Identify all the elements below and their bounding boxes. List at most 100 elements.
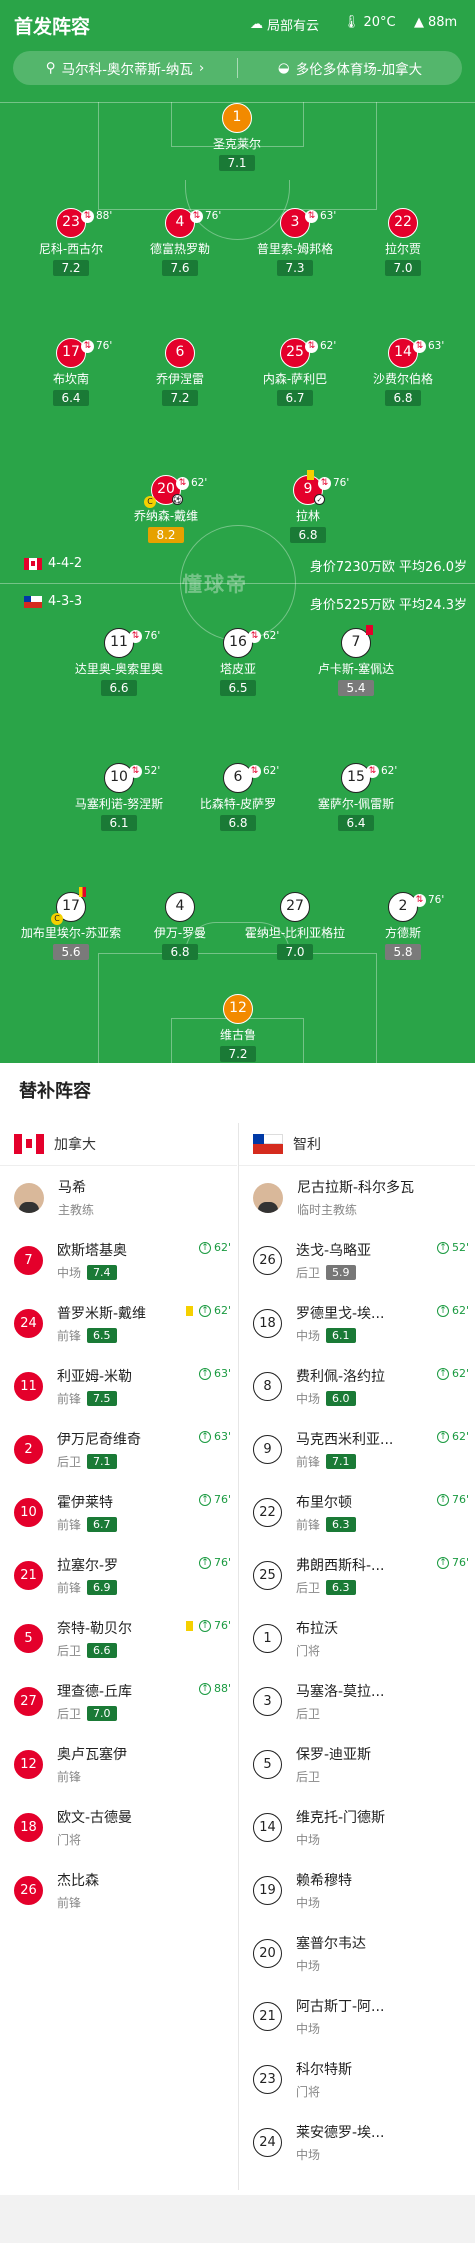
sub-player-row[interactable]: 19 赖希穆特 中场 — [239, 1859, 475, 1922]
sub-player-row[interactable]: 26 杰比森 前锋 — [0, 1859, 237, 1922]
sub-in-arrow-icon: ↑ — [198, 1556, 211, 1569]
sub-player-rating: 6.6 — [87, 1643, 117, 1658]
sub-player-meta: 后卫 — [296, 1705, 384, 1722]
sub-arrow-icon: ⇅ — [305, 340, 318, 353]
sub-player-row[interactable]: 5 奈特-勒贝尔 后卫 6.6 ↑ 76' — [0, 1607, 237, 1670]
sub-player-row[interactable]: 21 阿古斯丁-阿... 中场 — [239, 1985, 475, 2048]
sub-player-row[interactable]: 12 奥卢瓦塞伊 前锋 — [0, 1733, 237, 1796]
sub-player-row[interactable]: 7 欧斯塔基奥 中场 7.4 ↑ 62' — [0, 1229, 237, 1292]
sub-player-number: 18 — [14, 1813, 43, 1842]
sub-player-row[interactable]: 18 罗德里戈-埃... 中场 6.1 ↑ 62' — [239, 1292, 475, 1355]
sub-player-position: 门将 — [296, 2085, 321, 2099]
player-rating: 6.8 — [162, 944, 198, 960]
player-home-22[interactable]: 22 拉尔贾 7.0 — [338, 208, 468, 276]
away-coach[interactable]: 尼古拉斯-科尔多瓦 临时主教练 — [239, 1166, 475, 1229]
home-coach[interactable]: 马希 主教练 — [0, 1166, 237, 1229]
sub-player-meta: 中场 — [296, 1831, 385, 1848]
player-number: 11 ⇅ 76' — [104, 628, 160, 658]
player-home-6[interactable]: 6 乔伊涅雷 7.2 — [115, 338, 245, 406]
player-away-11[interactable]: 11 ⇅ 76' 达里奥-奥索里奥 6.6 — [54, 628, 184, 696]
sub-player-row[interactable]: 1 布拉沃 门将 — [239, 1607, 475, 1670]
player-away-16[interactable]: 16 ⇅ 62' 塔皮亚 6.5 — [173, 628, 303, 696]
player-away-15[interactable]: 15 ⇅ 62' 塞萨尔-佩雷斯 6.4 — [291, 763, 421, 831]
sub-player-row[interactable]: 8 费利佩-洛约拉 中场 6.0 ↑ 62' — [239, 1355, 475, 1418]
captain-badge-icon: C — [51, 913, 63, 925]
player-away-6[interactable]: 6 ⇅ 62' 比森特-皮萨罗 6.8 — [173, 763, 303, 831]
sub-in-arrow-icon: ↑ — [436, 1493, 449, 1506]
sub-player-name: 杰比森 — [57, 1873, 99, 1889]
player-away-2[interactable]: 2 ⇅ 76' 方德斯 5.8 — [338, 892, 468, 960]
player-rating: 6.4 — [53, 390, 89, 406]
player-number: 6 ⇅ 62' — [223, 763, 279, 793]
player-number: 15 ⇅ 62' — [341, 763, 397, 793]
sub-player-rating: 6.9 — [87, 1580, 117, 1595]
sub-player-row[interactable]: 14 维克托-门德斯 中场 — [239, 1796, 475, 1859]
sub-in-indicator: ↑ 76' — [185, 1619, 231, 1632]
player-number: 7 — [341, 625, 373, 658]
player-home-14[interactable]: 14 ⇅ 63' 沙费尔伯格 6.8 — [338, 338, 468, 406]
sub-out-indicator: ⇅ 62' — [248, 758, 279, 785]
sub-player-name: 费利佩-洛约拉 — [296, 1369, 386, 1385]
yellow-card-icon — [185, 1305, 193, 1316]
coach-name: 马希 — [58, 1180, 86, 1196]
sub-player-row[interactable]: 10 霍伊莱特 前锋 6.7 ↑ 76' — [0, 1481, 237, 1544]
venue: ◒ 多伦多体育场-加拿大 — [238, 58, 462, 78]
sub-player-rating: 7.0 — [87, 1706, 117, 1721]
sub-in-arrow-icon: ↑ — [198, 1682, 211, 1695]
sub-player-row[interactable]: 24 莱安德罗-埃... 中场 — [239, 2111, 475, 2174]
sub-in-indicator: ↑ 62' — [198, 1241, 231, 1254]
sub-player-row[interactable]: 24 普罗米斯-戴维 前锋 6.5 ↑ 62' — [0, 1292, 237, 1355]
player-home-1[interactable]: 1 圣克莱尔 7.1 — [172, 103, 302, 171]
sub-player-number: 3 — [253, 1687, 282, 1716]
sub-player-row[interactable]: 9 马克西米利亚... 前锋 7.1 ↑ 62' — [239, 1418, 475, 1481]
sub-player-number: 21 — [253, 2002, 282, 2031]
player-rating: 7.0 — [277, 944, 313, 960]
sub-player-row[interactable]: 23 科尔特斯 门将 — [239, 2048, 475, 2111]
whistle-icon: ⚲ — [45, 60, 56, 76]
sub-player-number: 18 — [253, 1309, 282, 1338]
sub-arrow-icon: ⇅ — [129, 630, 142, 643]
sub-player-row[interactable]: 20 塞普尔韦达 中场 — [239, 1922, 475, 1985]
sub-player-position: 前锋 — [296, 1455, 321, 1469]
sub-player-row[interactable]: 26 迭戈-乌略亚 后卫 5.9 ↑ 52' — [239, 1229, 475, 1292]
sub-in-indicator: ↑ 76' — [436, 1493, 469, 1506]
player-name: 维古鲁 — [219, 1028, 256, 1042]
sub-in-indicator: ↑ 76' — [198, 1556, 231, 1569]
sub-player-position: 前锋 — [57, 1392, 82, 1406]
altitude: ▲ 88m — [414, 15, 457, 30]
sub-player-row[interactable]: 5 保罗-迪亚斯 后卫 — [239, 1733, 475, 1796]
sub-player-number: 21 — [14, 1561, 43, 1590]
sub-player-number: 8 — [253, 1372, 282, 1401]
player-away-12[interactable]: 12 维古鲁 7.2 — [173, 994, 303, 1062]
sub-player-row[interactable]: 21 拉塞尔-罗 前锋 6.9 ↑ 76' — [0, 1544, 237, 1607]
stadium-icon: ◒ — [277, 60, 290, 76]
player-away-7[interactable]: 7 卢卡斯-塞佩达 5.4 — [291, 625, 421, 696]
subs-title: 替补阵容 — [19, 1081, 91, 1102]
player-home-20[interactable]: 20 ⇅ 62' C ⚽ 乔纳森-戴维 8.2 — [101, 475, 231, 543]
player-home-4[interactable]: 4 ⇅ 76' 德富热罗勒 7.6 — [115, 208, 245, 276]
sub-player-position: 中场 — [57, 1266, 82, 1280]
sub-player-row[interactable]: 18 欧文-古德曼 门将 — [0, 1796, 237, 1859]
sub-player-row[interactable]: 2 伊万尼奇维奇 后卫 7.1 ↑ 63' — [0, 1418, 237, 1481]
sub-player-position: 前锋 — [57, 1770, 82, 1784]
sub-player-row[interactable]: 22 布里尔顿 前锋 6.3 ↑ 76' — [239, 1481, 475, 1544]
player-rating: 5.4 — [338, 680, 374, 696]
sub-in-arrow-icon: ↑ — [436, 1304, 449, 1317]
player-rating: 7.3 — [277, 260, 313, 276]
referee-link[interactable]: ⚲ 马尔科-奥尔蒂斯-纳瓦 › — [13, 58, 237, 78]
sub-player-number: 20 — [253, 1939, 282, 1968]
red-card-icon — [366, 625, 373, 635]
player-home-9[interactable]: 9 ⇅ 76' ✓ 拉林 6.8 — [243, 470, 373, 543]
sub-player-name: 拉塞尔-罗 — [57, 1558, 119, 1574]
player-away-4[interactable]: 4 伊万-罗曼 6.8 — [115, 892, 245, 960]
sub-player-position: 后卫 — [296, 1707, 321, 1721]
sub-player-rating: 7.1 — [87, 1454, 117, 1469]
sub-player-meta: 中场 7.4 — [57, 1264, 127, 1281]
sub-player-row[interactable]: 3 马塞洛-莫拉... 后卫 — [239, 1670, 475, 1733]
sub-player-row[interactable]: 25 弗朗西斯科-... 后卫 6.3 ↑ 76' — [239, 1544, 475, 1607]
sub-player-rating: 6.1 — [326, 1328, 356, 1343]
sub-player-row[interactable]: 11 利亚姆-米勒 前锋 7.5 ↑ 63' — [0, 1355, 237, 1418]
sub-player-position: 前锋 — [296, 1518, 321, 1532]
player-away-10[interactable]: 10 ⇅ 52' 马塞利诺-努涅斯 6.1 — [54, 763, 184, 831]
sub-player-row[interactable]: 27 理查德-丘库 后卫 7.0 ↑ 88' — [0, 1670, 237, 1733]
